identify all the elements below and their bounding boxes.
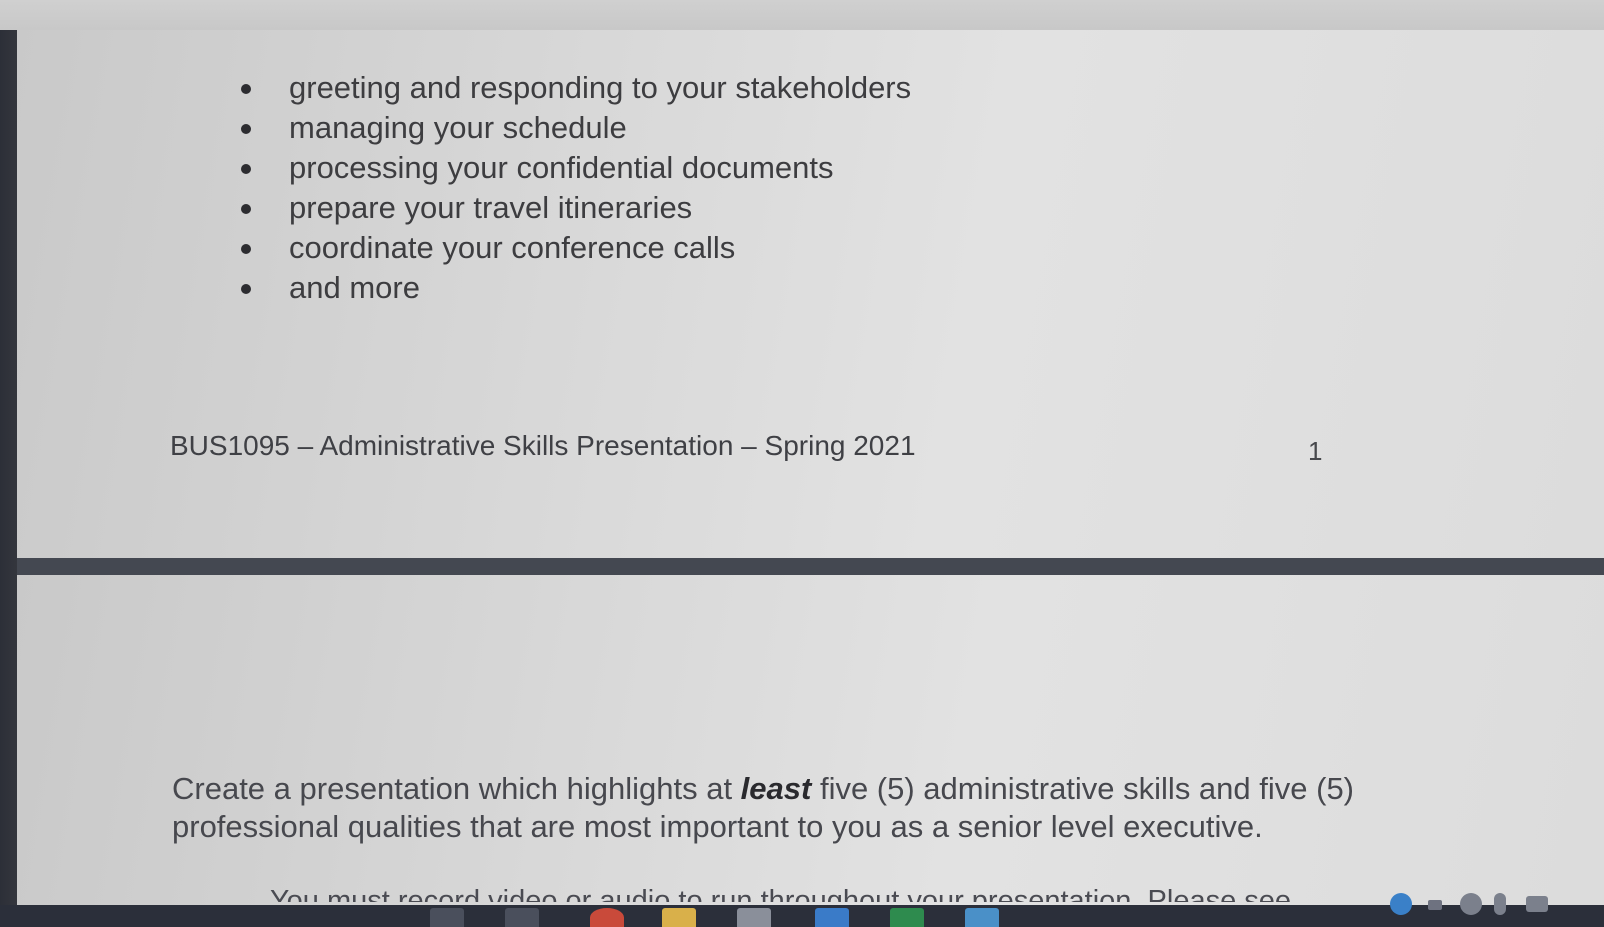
previous-page-edge [0, 0, 1604, 30]
bullet-icon [241, 244, 251, 254]
task-view-icon[interactable] [505, 908, 539, 927]
list-item-text: coordinate your conference calls [289, 230, 736, 265]
bullet-icon [241, 164, 251, 174]
document-page-2 [17, 575, 1604, 905]
page-number: 1 [1308, 436, 1323, 466]
document-page-1: greeting and responding to your stakehol… [17, 30, 1604, 558]
microphone-icon[interactable] [1494, 893, 1506, 915]
store-icon[interactable] [737, 908, 771, 927]
list-item-text: processing your confidential documents [289, 150, 834, 185]
list-item-text: prepare your travel itineraries [289, 190, 693, 225]
help-icon[interactable] [1390, 893, 1412, 915]
bullet-list: greeting and responding to your stakehol… [237, 70, 911, 310]
screen: greeting and responding to your stakehol… [0, 0, 1604, 927]
excel-icon[interactable] [890, 908, 924, 927]
cutoff-text-line: You must record video or audio to run th… [270, 885, 1292, 902]
chevron-up-icon[interactable] [1428, 900, 1442, 910]
file-explorer-icon[interactable] [662, 908, 696, 927]
keyboard-icon[interactable] [1526, 896, 1548, 912]
taskbar [0, 905, 1604, 927]
list-item: coordinate your conference calls [237, 230, 911, 270]
list-item-text: and more [289, 270, 420, 305]
list-item: managing your schedule [237, 110, 911, 150]
bullet-icon [241, 284, 251, 294]
mail-icon[interactable] [815, 908, 849, 927]
list-item: processing your confidential documents [237, 150, 911, 190]
chrome-icon[interactable] [590, 908, 624, 927]
list-item: prepare your travel itineraries [237, 190, 911, 230]
page-break [17, 558, 1604, 575]
list-item-text: managing your schedule [289, 110, 627, 145]
page-footer: BUS1095 – Administrative Skills Presenta… [170, 430, 916, 461]
bullet-icon [241, 124, 251, 134]
body-text-emphasis: least [740, 771, 812, 806]
app-icon[interactable] [965, 908, 999, 927]
list-item: and more [237, 270, 911, 310]
body-text-start: Create a presentation which highlights a… [172, 771, 741, 806]
body-paragraph: Create a presentation which highlights a… [172, 770, 1412, 846]
search-icon[interactable] [430, 908, 464, 927]
onedrive-icon[interactable] [1460, 893, 1482, 915]
bullet-icon [241, 84, 251, 94]
list-item: greeting and responding to your stakehol… [237, 70, 911, 110]
list-item-text: greeting and responding to your stakehol… [289, 70, 912, 105]
bullet-icon [241, 204, 251, 214]
